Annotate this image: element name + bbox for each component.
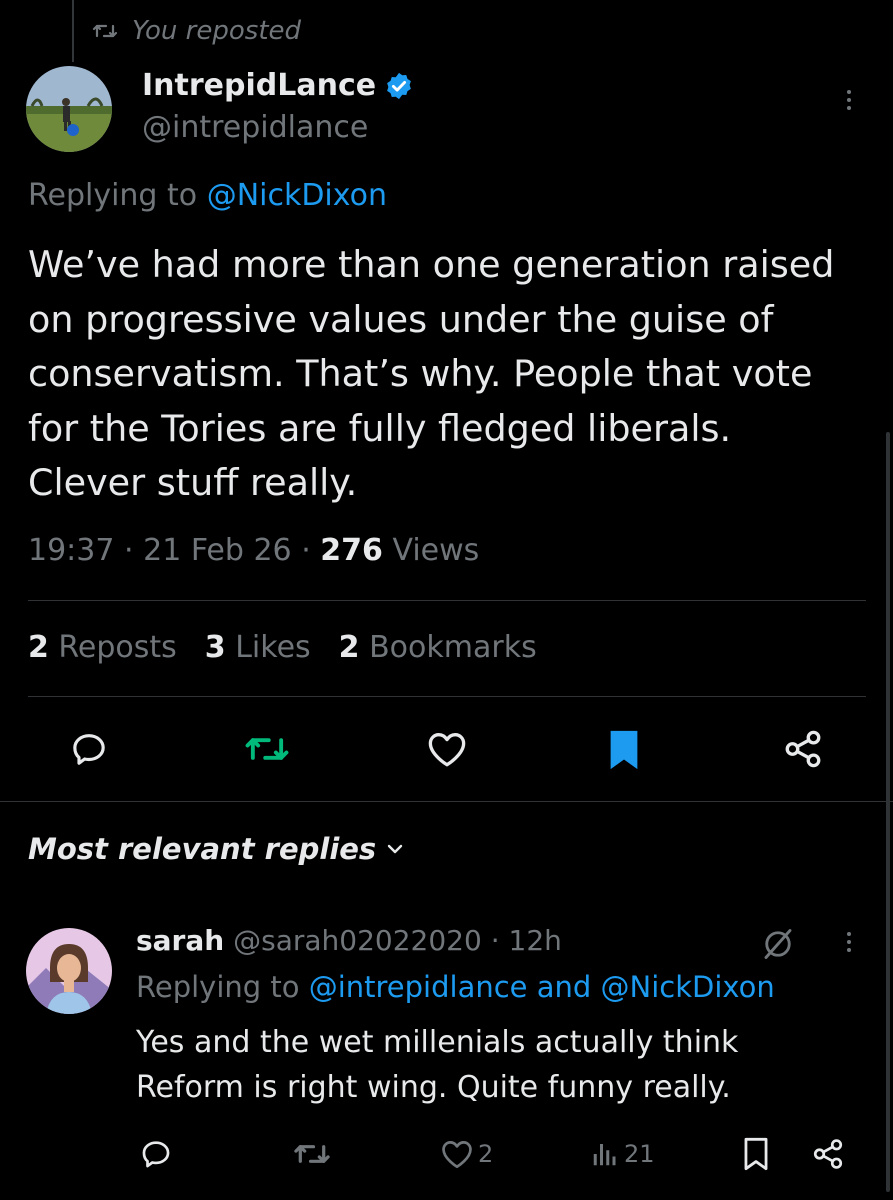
like-icon	[428, 732, 466, 767]
meta-separator: ·	[124, 533, 134, 568]
reposts-stat[interactable]: 2 Reposts	[28, 630, 177, 665]
bookmark-button[interactable]	[604, 726, 644, 774]
reply-reply-button[interactable]	[136, 1134, 176, 1174]
divider	[28, 600, 866, 601]
reply-icon	[142, 1141, 170, 1168]
repost-button[interactable]	[242, 726, 292, 772]
repost-context-label: You reposted	[132, 16, 302, 46]
reply-views-button[interactable]: 21	[590, 1134, 655, 1174]
meta-separator: ·	[490, 924, 500, 957]
replying-to-prefix: Replying to	[136, 970, 300, 1004]
replying-to-line: Replying to @NickDixon	[28, 178, 387, 213]
share-icon	[813, 1139, 843, 1169]
more-icon[interactable]	[845, 90, 853, 110]
likes-stat[interactable]: 3 Likes	[205, 630, 311, 665]
repost-icon	[245, 738, 289, 760]
reply-like-button[interactable]: 2	[440, 1134, 493, 1174]
reply-likes-count: 2	[478, 1140, 494, 1168]
repost-icon	[92, 24, 118, 38]
views-icon	[593, 1144, 616, 1166]
replies-sort-toggle[interactable]: Most relevant replies	[28, 832, 404, 866]
divider	[0, 801, 893, 802]
reply-age[interactable]: 12h	[509, 924, 562, 957]
post-date[interactable]: 21 Feb 26	[143, 533, 292, 568]
reposts-count: 2	[28, 630, 49, 665]
author-handle[interactable]: @intrepidlance	[142, 110, 368, 145]
like-icon	[442, 1141, 472, 1169]
reply-button[interactable]	[66, 726, 112, 772]
author-avatar[interactable]	[26, 66, 112, 152]
more-icon[interactable]	[845, 932, 853, 952]
thread-line	[72, 0, 74, 62]
reply-icon	[73, 734, 105, 765]
reply-text: Yes and the wet millenials actually thin…	[136, 1025, 739, 1105]
engagement-stats: 2 Reposts 3 Likes 2 Bookmarks	[28, 630, 537, 665]
bookmarks-count: 2	[338, 630, 360, 665]
scrollbar[interactable]	[886, 432, 890, 1192]
share-icon	[785, 730, 821, 768]
views-label: Views	[392, 533, 480, 568]
reposts-label: Reposts	[58, 630, 177, 665]
post-text: We’ve had more than one generation raise…	[28, 243, 835, 504]
replying-to-link[interactable]: @intrepidlance and @NickDixon	[309, 970, 775, 1004]
bookmark-icon	[610, 730, 638, 770]
author-display-name[interactable]: IntrepidLance	[142, 68, 376, 103]
reply-author-handle[interactable]: @sarah02022020	[233, 924, 482, 957]
views-count: 276	[320, 533, 383, 568]
grok-button[interactable]	[760, 926, 796, 966]
bookmarks-stat[interactable]: 2 Bookmarks	[339, 630, 537, 665]
divider	[28, 696, 866, 697]
replying-to-link[interactable]: @NickDixon	[207, 178, 387, 213]
bookmark-icon	[744, 1137, 768, 1171]
replying-to-prefix: Replying to	[28, 178, 198, 213]
likes-label: Likes	[235, 630, 311, 665]
post-meta: 19:37 · 21 Feb 26 · 276 Views	[28, 533, 479, 568]
chevron-down-icon	[388, 844, 403, 854]
replies-sort-label: Most relevant replies	[28, 832, 377, 866]
post-time[interactable]: 19:37	[28, 533, 114, 568]
reply-share-button[interactable]	[808, 1134, 848, 1174]
repost-icon	[294, 1145, 330, 1163]
bookmarks-label: Bookmarks	[369, 630, 537, 665]
reply-header: sarah @sarah02022020 · 12h	[136, 924, 562, 957]
reply-repost-button[interactable]	[290, 1134, 334, 1174]
reply-author-avatar[interactable]	[26, 928, 112, 1014]
verified-badge-icon	[387, 72, 411, 99]
reply-views-count: 21	[624, 1140, 655, 1168]
likes-count: 3	[204, 630, 226, 665]
like-button[interactable]	[424, 726, 470, 772]
share-button[interactable]	[780, 726, 826, 772]
reply-author-display-name[interactable]: sarah	[136, 924, 224, 957]
meta-separator: ·	[301, 533, 311, 568]
author-name-row[interactable]: IntrepidLance	[142, 68, 414, 103]
reply-bookmark-button[interactable]	[738, 1134, 774, 1174]
grok-icon	[764, 929, 792, 959]
repost-context: You reposted	[92, 16, 301, 46]
reply-replying-to: Replying to @intrepidlance and @NickDixo…	[136, 970, 775, 1004]
